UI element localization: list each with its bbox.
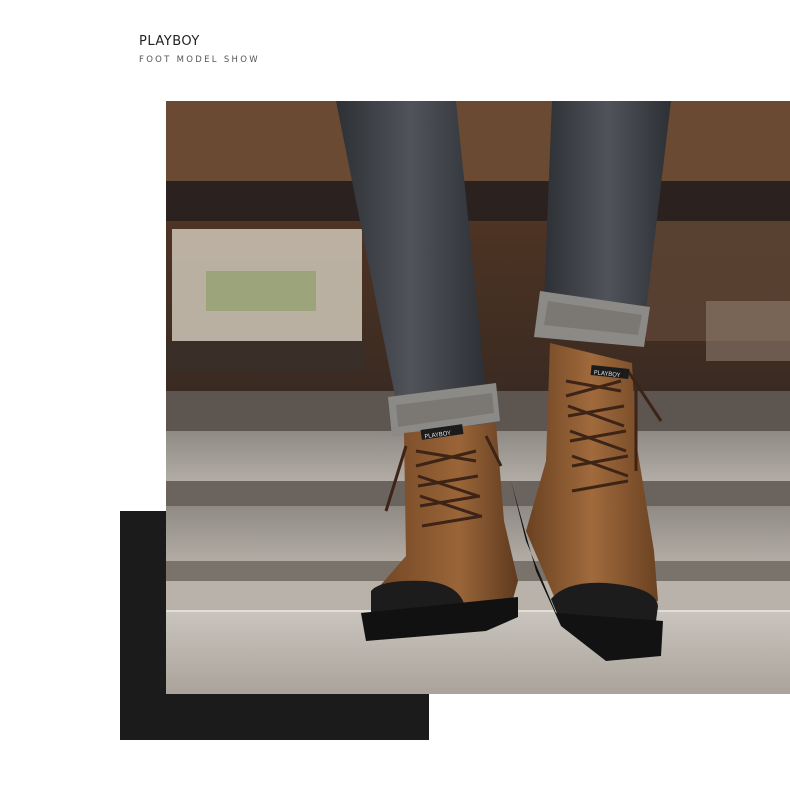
brand-subtitle: FOOT MODEL SHOW	[139, 55, 260, 65]
product-photo: PLAYBOY PLAYBOY	[166, 101, 790, 694]
boots-on-stairs-photo: PLAYBOY PLAYBOY	[166, 101, 790, 694]
header: PLAYBOY FOOT MODEL SHOW	[139, 34, 260, 66]
brand-title: PLAYBOY	[139, 34, 200, 49]
